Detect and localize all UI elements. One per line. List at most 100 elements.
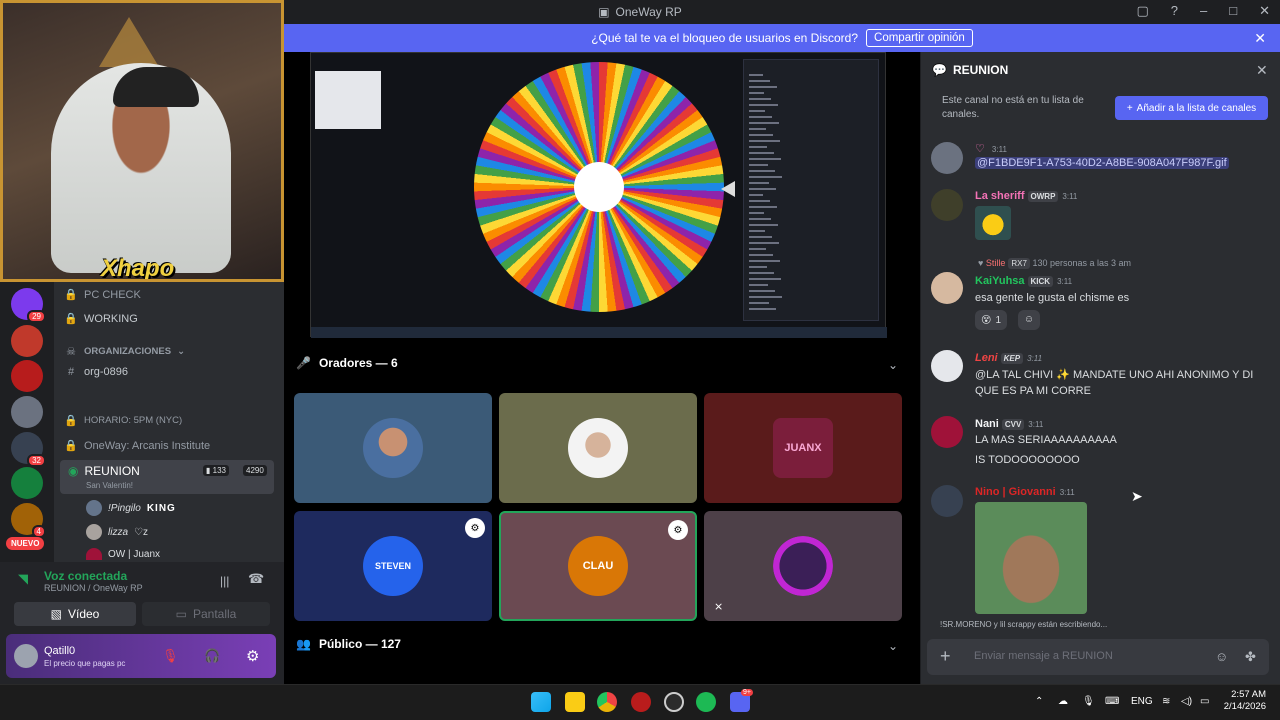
channel-user-limit: 4290 xyxy=(243,465,267,476)
settings-gear-icon[interactable]: ⚙ xyxy=(246,647,259,665)
chrome-icon[interactable] xyxy=(597,692,617,712)
speaker-tile[interactable] xyxy=(294,393,492,503)
screen-share-button[interactable]: ▭ Pantalla xyxy=(142,602,270,626)
speaker-tile-active[interactable]: CLAU ⚙ xyxy=(499,511,697,621)
battery-icon[interactable]: ▭ xyxy=(1200,696,1209,707)
avatar[interactable] xyxy=(931,485,963,517)
wheel-entry-line xyxy=(749,296,782,298)
voice-location[interactable]: REUNION / OneWay RP xyxy=(44,583,143,593)
voice-member[interactable]: !Pingilo KING xyxy=(86,500,176,516)
help-icon[interactable]: ? xyxy=(1171,3,1178,19)
server-icon[interactable]: 4 xyxy=(11,503,46,538)
channel-pc-check[interactable]: 🔒 PC CHECK xyxy=(64,288,141,302)
avatar: CLAU xyxy=(568,536,628,596)
server-icon[interactable] xyxy=(11,467,43,499)
new-badge[interactable]: NUEVO xyxy=(6,537,45,550)
screen-share[interactable] xyxy=(310,52,887,338)
clock[interactable]: 2:57 AM 2/14/2026 xyxy=(1220,689,1266,713)
message-input[interactable]: Enviar mensaje a REUNION xyxy=(974,650,1113,662)
reply-preview[interactable]: ♥ Stille RX7 130 personas a las 3 am xyxy=(978,258,1131,269)
start-icon[interactable] xyxy=(531,692,551,712)
message-text[interactable]: @F1BDE9F1-A753-40D2-A8BE-908A047F987F.gi… xyxy=(975,157,1229,169)
avatar xyxy=(86,500,102,516)
speaker-tile[interactable]: ⨯ xyxy=(704,511,902,621)
server-icon[interactable] xyxy=(11,325,43,357)
wheel-entry-line xyxy=(749,110,765,112)
mic-muted-icon[interactable]: 🎙 xyxy=(162,648,179,664)
skull-icon: ☠ xyxy=(66,346,76,358)
wheel-entry-line xyxy=(749,206,777,208)
speaker-tile[interactable]: JUANX xyxy=(704,393,902,503)
chevron-down-icon[interactable]: ⌄ xyxy=(888,358,898,372)
channel-org[interactable]: # org-0896 xyxy=(64,366,128,378)
wheel-entry-line xyxy=(749,164,768,166)
avatar[interactable] xyxy=(931,416,963,448)
plus-icon[interactable]: + xyxy=(940,646,951,667)
channel-institute[interactable]: 🔒 OneWay: Arcanis Institute xyxy=(64,439,210,453)
wheel-entry-line xyxy=(749,194,763,196)
chevron-down-icon[interactable]: ⌄ xyxy=(888,639,898,653)
speakers-header[interactable]: 🎤 Oradores — 6 xyxy=(296,356,398,370)
voice-member[interactable]: lizza ♡z xyxy=(86,524,148,540)
notice-bar: ¿Qué tal te va el bloqueo de usuarios en… xyxy=(284,24,1280,52)
cloud-icon[interactable]: ☁ xyxy=(1058,696,1068,707)
keyboard-icon[interactable]: ⌨ xyxy=(1105,696,1119,707)
avatar[interactable] xyxy=(14,644,38,668)
apps-icon[interactable]: ✤ xyxy=(1245,649,1256,665)
channel-subtitle: San Valentin! xyxy=(86,481,133,490)
audience-header[interactable]: 👥 Público — 127 xyxy=(296,637,401,651)
wheel-entry-line xyxy=(749,122,779,124)
minimize-button[interactable]: – xyxy=(1200,3,1207,19)
lock-icon: 🔒 xyxy=(64,289,78,301)
add-reaction-icon[interactable]: ☺ xyxy=(1018,310,1040,330)
screen-icon: ▭ xyxy=(175,607,187,621)
people-icon: 👥 xyxy=(296,637,311,651)
file-explorer-icon[interactable] xyxy=(565,692,585,712)
speaker-tile[interactable]: STEVEN ⚙ xyxy=(294,511,492,621)
chevron-up-icon[interactable]: ⌃ xyxy=(1035,696,1043,707)
server-icon[interactable]: 29 xyxy=(11,288,46,323)
server-icon[interactable]: 32 xyxy=(11,432,46,467)
add-channel-button[interactable]: + Añadir a la lista de canales xyxy=(1115,96,1268,120)
close-window-button[interactable]: ✕ xyxy=(1259,3,1270,19)
wheel-entry-line xyxy=(749,158,781,160)
maximize-button[interactable]: □ xyxy=(1229,3,1237,19)
soundboard-icon[interactable]: ||| xyxy=(220,574,229,588)
avatar[interactable] xyxy=(931,189,963,221)
video-button[interactable]: ▧ Vídeo xyxy=(14,602,136,626)
channel-working[interactable]: 🔒 WORKING xyxy=(64,312,138,326)
close-icon[interactable]: ✕ xyxy=(1254,30,1266,47)
channel-list: 🔒 PC CHECK 🔒 WORKING ☠ ORGANIZACIONES ⌄ # org… xyxy=(54,282,284,562)
wheel-entry-line xyxy=(749,302,769,304)
microphone-icon[interactable]: 🎙 xyxy=(1082,696,1095,707)
wheel-entry-line xyxy=(749,104,778,106)
emoji-icon[interactable]: ☺ xyxy=(1215,649,1228,664)
voice-member[interactable]: OW | Juanx xyxy=(86,548,160,560)
volume-icon[interactable]: ◁) xyxy=(1181,696,1192,707)
disconnect-icon[interactable]: ☎ xyxy=(248,571,264,587)
emoji-icon: 😵 xyxy=(981,314,992,326)
gif-image[interactable] xyxy=(975,502,1087,614)
avatar[interactable] xyxy=(931,142,963,174)
wifi-icon[interactable]: ≋ xyxy=(1162,696,1170,707)
close-icon[interactable]: ✕ xyxy=(1256,62,1268,79)
channel-horario[interactable]: 🔒 HORARIO: 5PM (NYC) xyxy=(64,414,182,427)
app-icon[interactable] xyxy=(664,692,684,712)
category-organizaciones[interactable]: ☠ ORGANIZACIONES ⌄ xyxy=(64,345,185,358)
wheel-entry-line xyxy=(749,140,780,142)
moderator-icon: ⚙ xyxy=(668,520,688,540)
headphones-icon[interactable]: 🎧 xyxy=(204,648,220,664)
avatar[interactable] xyxy=(931,272,963,304)
sticker-image[interactable] xyxy=(975,206,1011,240)
avatar[interactable] xyxy=(931,350,963,382)
reaction[interactable]: 😵 1 xyxy=(975,310,1007,330)
server-icon[interactable] xyxy=(11,396,43,428)
inbox-icon[interactable]: ▢ xyxy=(1136,3,1148,19)
app-icon[interactable] xyxy=(631,692,651,712)
wheel-entry-line xyxy=(749,176,782,178)
server-icon[interactable] xyxy=(11,360,43,392)
spotify-icon[interactable] xyxy=(696,692,716,712)
speaker-tile[interactable] xyxy=(499,393,697,503)
language-indicator[interactable]: ENG xyxy=(1131,696,1153,707)
feedback-button[interactable]: Compartir opinión xyxy=(866,29,973,47)
